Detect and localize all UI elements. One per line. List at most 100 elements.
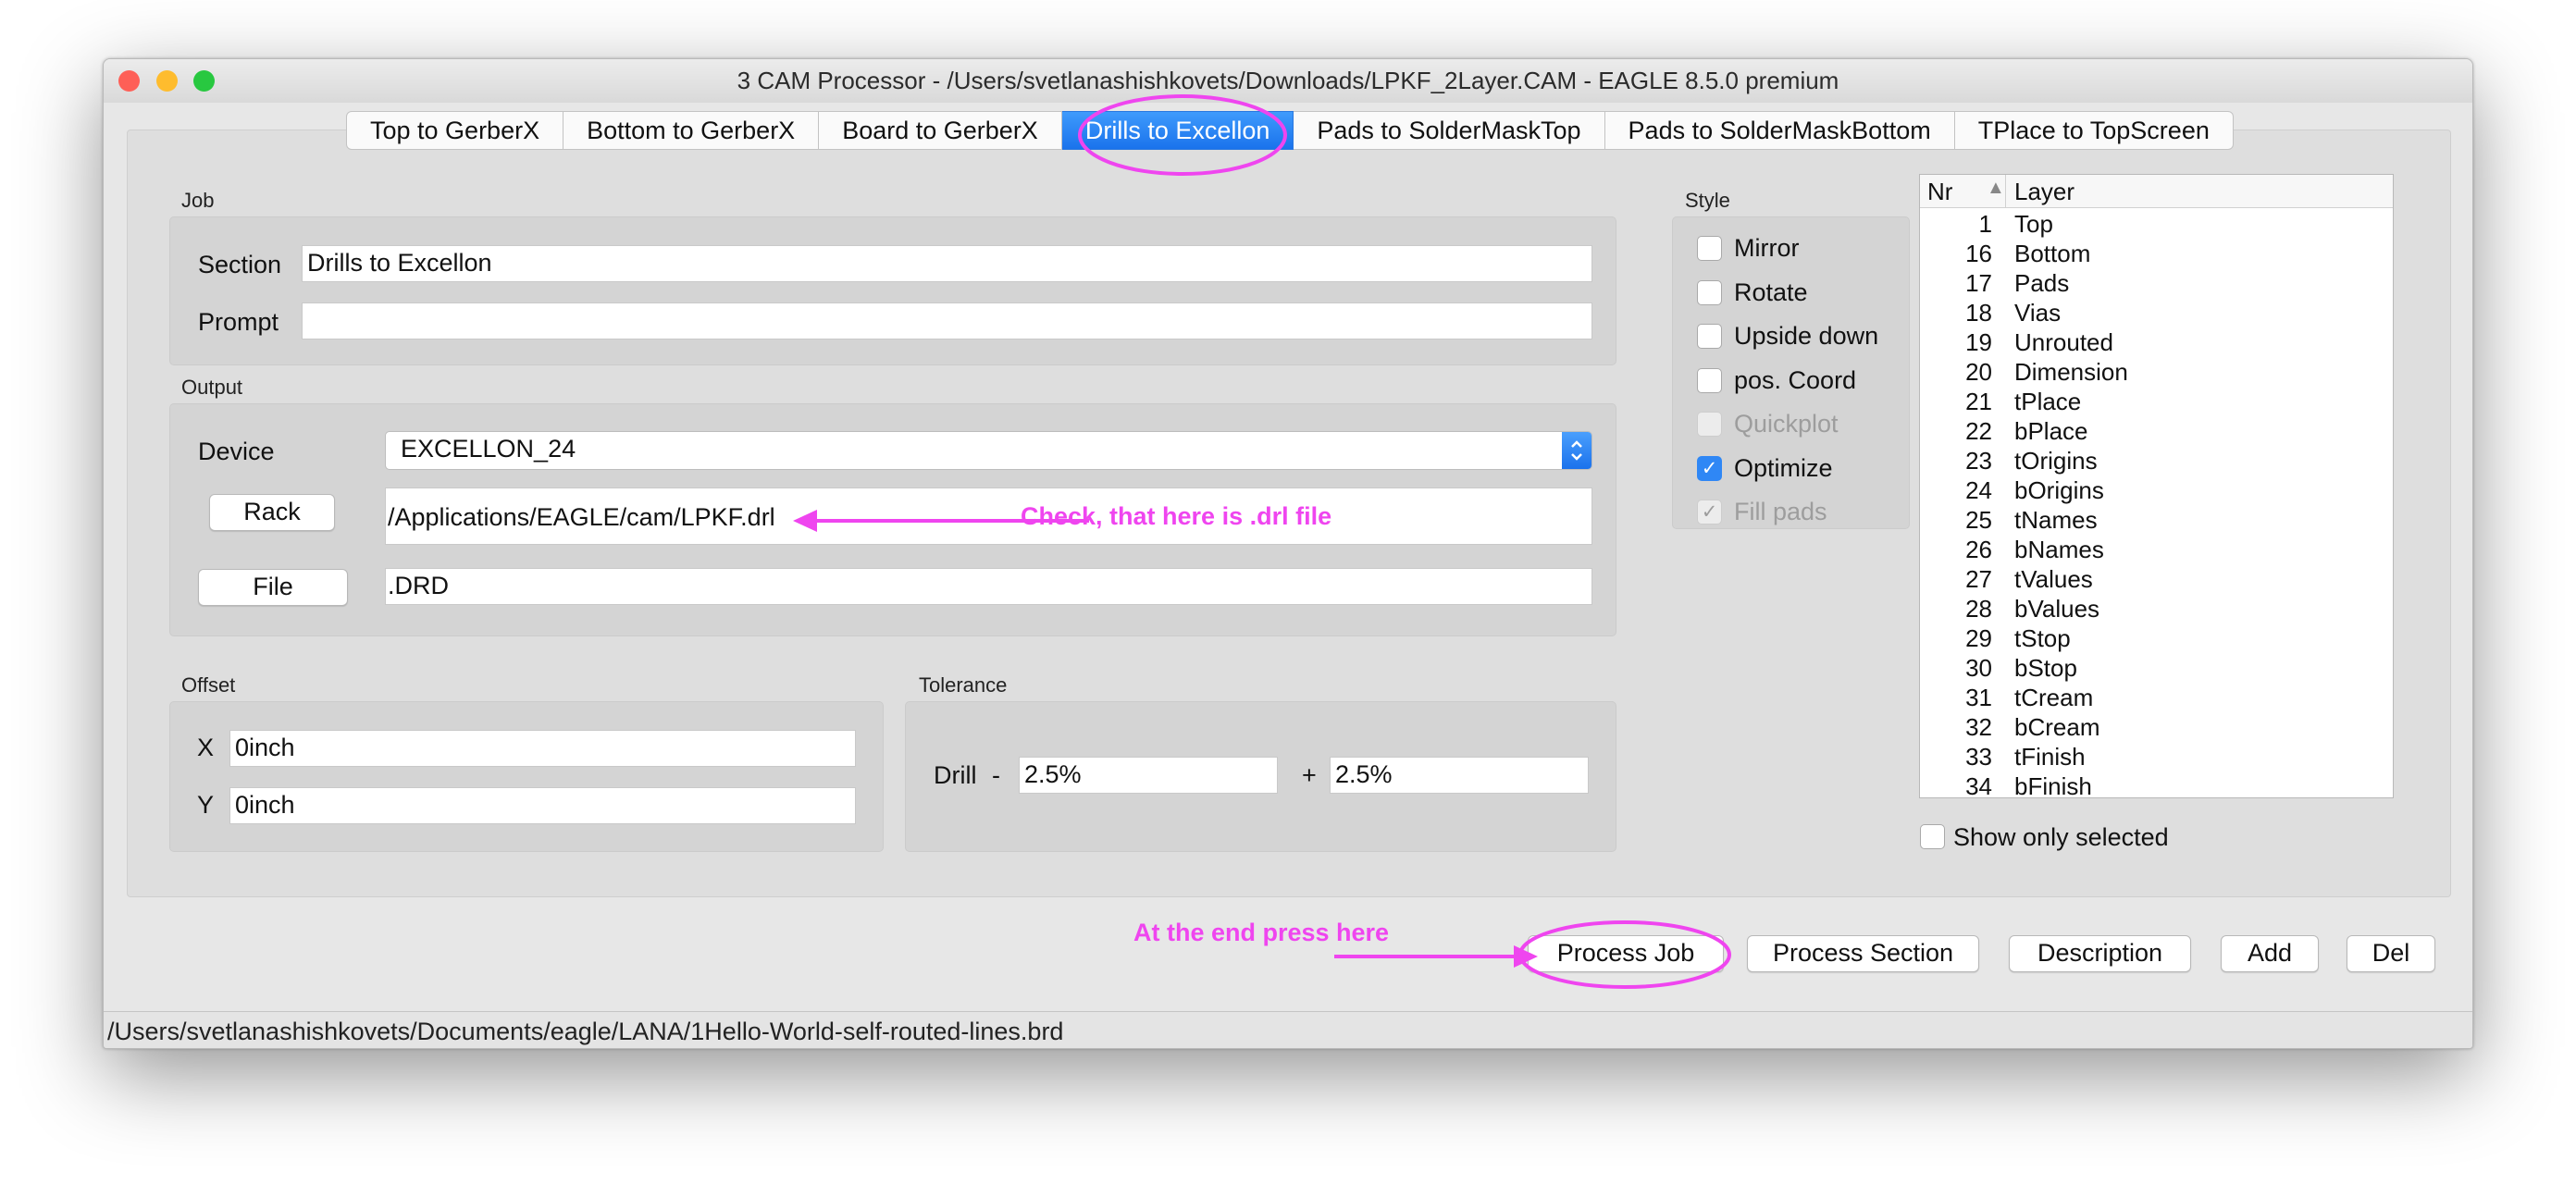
tab-top-to-gerberx[interactable]: Top to GerberX <box>346 111 564 150</box>
annotation-arrow-process <box>1334 945 1538 968</box>
minus-label: - <box>992 761 1000 789</box>
offset-y-label: Y <box>197 791 215 819</box>
layer-row[interactable]: 30 bStop <box>1920 653 2393 683</box>
section-input[interactable]: Drills to Excellon <box>302 245 1592 282</box>
output-group-label: Output <box>181 376 243 399</box>
column-divider <box>2005 175 2006 208</box>
pos-coord-checkbox[interactable] <box>1697 367 1722 393</box>
layer-row[interactable]: 31 tCream <box>1920 683 2393 712</box>
layer-name: tStop <box>2014 624 2071 652</box>
upside-down-label: Upside down <box>1734 322 1879 350</box>
drill-label: Drill <box>934 761 977 789</box>
layer-row[interactable]: 33 tFinish <box>1920 742 2393 771</box>
annotation-tab-highlight <box>1078 94 1287 176</box>
rotate-checkbox[interactable] <box>1697 279 1722 305</box>
device-select-arrows[interactable] <box>1562 432 1591 469</box>
upside-down-checkbox[interactable] <box>1697 324 1722 349</box>
layer-number: 21 <box>1965 388 1992 415</box>
layer-name: tPlace <box>2014 388 2082 415</box>
layer-number: 31 <box>1965 684 1992 711</box>
layer-row[interactable]: 32 bCream <box>1920 712 2393 742</box>
layer-number: 25 <box>1965 506 1992 534</box>
nr-column-header[interactable]: Nr <box>1927 178 1952 206</box>
process-section-button[interactable]: Process Section <box>1747 935 1979 972</box>
drill-minus-input[interactable]: 2.5% <box>1019 757 1278 794</box>
layer-number: 34 <box>1965 772 1992 798</box>
layer-row[interactable]: 34 bFinish <box>1920 771 2393 798</box>
offset-x-input[interactable]: 0inch <box>229 730 856 767</box>
tab-board-to-gerberx[interactable]: Board to GerberX <box>819 111 1062 150</box>
pos-coord-label: pos. Coord <box>1734 365 1857 394</box>
prompt-label: Prompt <box>198 308 279 336</box>
layer-number: 32 <box>1965 713 1992 741</box>
layer-row[interactable]: 29 tStop <box>1920 623 2393 653</box>
offset-group: X 0inch Y 0inch <box>169 701 884 852</box>
device-label: Device <box>198 438 275 465</box>
optimize-checkbox[interactable]: ✓ <box>1697 455 1722 481</box>
layer-row[interactable]: 25 tNames <box>1920 505 2393 535</box>
drill-plus-input[interactable]: 2.5% <box>1330 757 1589 794</box>
status-bar: /Users/svetlanashishkovets/Documents/eag… <box>104 1011 2472 1048</box>
layer-number: 1 <box>1978 210 1992 238</box>
layer-row[interactable]: 20 Dimension <box>1920 357 2393 387</box>
layer-column-header[interactable]: Layer <box>2014 178 2074 206</box>
layer-name: bOrigins <box>2014 476 2104 504</box>
layer-row[interactable]: 17 Pads <box>1920 268 2393 298</box>
layer-name: tValues <box>2014 565 2093 593</box>
section-label: Section <box>198 251 282 278</box>
tab-bottom-to-gerberx[interactable]: Bottom to GerberX <box>564 111 820 150</box>
tab-tplace-to-topscreen[interactable]: TPlace to TopScreen <box>1954 111 2234 150</box>
tolerance-group: Drill - 2.5% + 2.5% <box>905 701 1616 852</box>
offset-y-input[interactable]: 0inch <box>229 787 856 824</box>
layer-row[interactable]: 16 Bottom <box>1920 239 2393 268</box>
mirror-label: Mirror <box>1734 234 1800 262</box>
description-button[interactable]: Description <box>2009 935 2191 972</box>
device-select[interactable]: EXCELLON_24 <box>385 431 1592 470</box>
layer-list[interactable]: Nr ▲ Layer 1 Top 16 Bottom 17 Pads 18 Vias 19 Unr… <box>1919 174 2394 798</box>
tolerance-group-label: Tolerance <box>919 673 1008 697</box>
layer-name: bValues <box>2014 595 2100 623</box>
layer-name: Vias <box>2014 299 2062 327</box>
tab-pads-to-soldermaskbottom[interactable]: Pads to SolderMaskBottom <box>1604 111 1955 150</box>
layer-row[interactable]: 22 bPlace <box>1920 416 2393 446</box>
mirror-checkbox[interactable] <box>1697 236 1722 261</box>
checkmark-icon: ✓ <box>1701 457 1718 479</box>
layer-row[interactable]: 19 Unrouted <box>1920 327 2393 357</box>
layer-number: 33 <box>1965 743 1992 771</box>
layer-name: bPlace <box>2014 417 2088 445</box>
rack-button[interactable]: Rack <box>209 494 335 531</box>
layer-row[interactable]: 1 Top <box>1920 209 2393 239</box>
layer-name: tCream <box>2014 684 2094 711</box>
show-only-selected-checkbox[interactable] <box>1920 824 1945 849</box>
layer-row[interactable]: 26 bNames <box>1920 535 2393 564</box>
layer-row[interactable]: 23 tOrigins <box>1920 446 2393 475</box>
layer-number: 22 <box>1965 417 1992 445</box>
sort-ascending-icon: ▲ <box>1987 178 2005 198</box>
fill-pads-label: Fill pads <box>1734 498 1827 525</box>
layer-row[interactable]: 18 Vias <box>1920 298 2393 327</box>
layer-row[interactable]: 28 bValues <box>1920 594 2393 623</box>
quickplot-label: Quickplot <box>1734 410 1839 438</box>
del-button[interactable]: Del <box>2347 935 2435 972</box>
chevron-up-down-icon <box>1571 440 1582 461</box>
offset-x-label: X <box>197 734 215 761</box>
layer-name: Unrouted <box>2014 328 2113 356</box>
layer-row[interactable]: 24 bOrigins <box>1920 475 2393 505</box>
layer-name: Bottom <box>2014 240 2091 267</box>
layer-number: 23 <box>1965 447 1992 475</box>
layer-number: 20 <box>1965 358 1992 386</box>
layer-row[interactable]: 21 tPlace <box>1920 387 2393 416</box>
file-button[interactable]: File <box>198 569 348 606</box>
device-select-value: EXCELLON_24 <box>401 435 576 463</box>
layer-name: Dimension <box>2014 358 2128 386</box>
tab-pads-to-soldermasktop[interactable]: Pads to SolderMaskTop <box>1294 111 1605 150</box>
add-button[interactable]: Add <box>2221 935 2319 972</box>
layer-name: Top <box>2014 210 2053 238</box>
layer-row[interactable]: 27 tValues <box>1920 564 2393 594</box>
layer-name: bCream <box>2014 713 2100 741</box>
style-group: Mirror Rotate Upside down pos. Coord Quickpl… <box>1672 216 1910 529</box>
layer-name: bNames <box>2014 536 2104 563</box>
output-file-input[interactable]: .DRD <box>385 568 1592 605</box>
prompt-input[interactable] <box>302 302 1592 339</box>
layer-number: 29 <box>1965 624 1992 652</box>
